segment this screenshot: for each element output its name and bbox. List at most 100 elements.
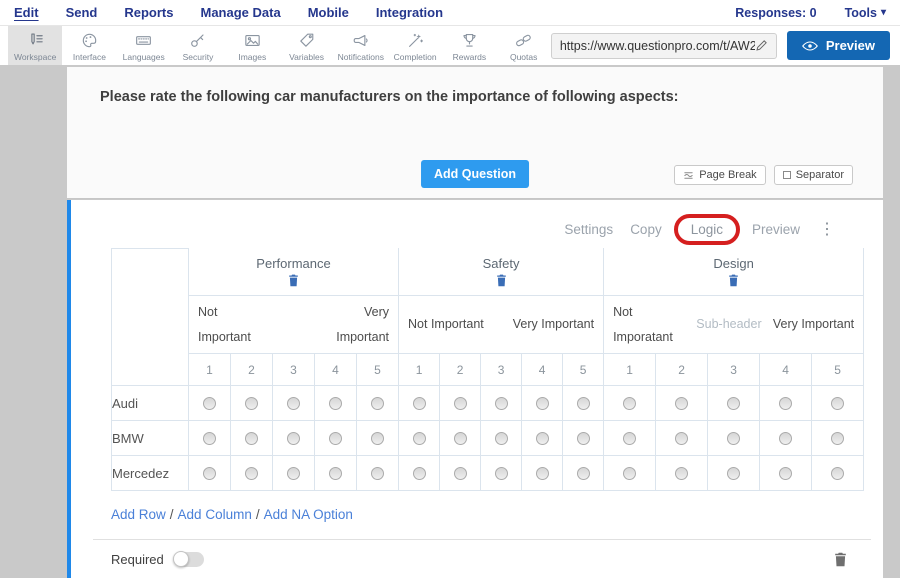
group-name-safety[interactable]: Safety [483,256,520,271]
anchor-label-left[interactable]: Not Important [408,312,484,336]
radio-button[interactable] [779,397,792,410]
menu-edit[interactable]: Edit [14,5,39,20]
row-label-bmw[interactable]: BMW [111,421,189,456]
radio-button[interactable] [831,467,844,480]
radio-button[interactable] [779,467,792,480]
radio-button[interactable] [413,397,426,410]
toolbar-item-images[interactable]: Images [225,26,279,65]
anchor-label-left[interactable]: Not Imporatant [613,300,685,349]
radio-button[interactable] [329,467,342,480]
radio-button[interactable] [495,467,508,480]
radio-button[interactable] [536,432,549,445]
radio-button[interactable] [495,432,508,445]
radio-button[interactable] [329,432,342,445]
action-preview[interactable]: Preview [752,222,800,237]
subheader-placeholder[interactable]: Sub-header [696,312,761,336]
radio-button[interactable] [454,397,467,410]
radio-button[interactable] [287,467,300,480]
group-name-performance[interactable]: Performance [256,256,330,271]
radio-button[interactable] [287,432,300,445]
radio-button[interactable] [203,432,216,445]
radio-button[interactable] [623,397,636,410]
toolbar-item-label: Rewards [453,52,487,62]
toolbar-item-quotas[interactable]: Quotas [497,26,551,65]
radio-button[interactable] [577,467,590,480]
radio-cell [231,421,273,456]
more-actions-icon[interactable]: ⋮ [817,219,837,239]
toolbar-item-completion[interactable]: Completion [388,26,442,65]
radio-button[interactable] [727,467,740,480]
anchor-label-left[interactable]: Not Important [198,300,260,349]
anchor-label-right[interactable]: Very Important [773,312,854,336]
radio-button[interactable] [454,432,467,445]
radio-button[interactable] [203,467,216,480]
radio-button[interactable] [623,467,636,480]
add-row-link[interactable]: Add Row [111,507,166,522]
radio-button[interactable] [577,397,590,410]
radio-button[interactable] [727,397,740,410]
edit-url-pencil-icon[interactable] [755,39,768,52]
required-toggle[interactable] [174,552,204,567]
radio-button[interactable] [675,432,688,445]
toolbar-item-workspace[interactable]: Workspace [8,26,62,65]
radio-button[interactable] [623,432,636,445]
action-copy[interactable]: Copy [630,222,662,237]
anchor-label-right[interactable]: Very Important [323,300,389,349]
menu-reports[interactable]: Reports [124,5,173,20]
radio-button[interactable] [675,397,688,410]
question-title-text[interactable]: Please rate the following car manufactur… [67,67,883,105]
radio-button[interactable] [495,397,508,410]
tools-menu[interactable]: Tools ▾ [845,6,886,20]
add-na-option-link[interactable]: Add NA Option [264,507,353,522]
toolbar-item-rewards[interactable]: Rewards [442,26,496,65]
radio-button[interactable] [203,397,216,410]
radio-button[interactable] [287,397,300,410]
add-question-button[interactable]: Add Question [421,160,529,188]
row-label-audi[interactable]: Audi [111,386,189,421]
radio-button[interactable] [577,432,590,445]
radio-button[interactable] [454,467,467,480]
preview-button[interactable]: Preview [787,31,890,60]
delete-group-trash-icon[interactable] [496,274,507,287]
toolbar-item-variables[interactable]: Variables [279,26,333,65]
anchor-label-right[interactable]: Very Important [513,312,594,336]
survey-url-field[interactable]: https://www.questionpro.com/t/AW22ZcC [551,33,777,59]
action-settings[interactable]: Settings [564,222,613,237]
delete-group-trash-icon[interactable] [288,274,299,287]
radio-button[interactable] [831,397,844,410]
radio-button[interactable] [831,432,844,445]
radio-button[interactable] [245,467,258,480]
add-column-link[interactable]: Add Column [178,507,252,522]
toolbar-item-security[interactable]: Security [171,26,225,65]
responses-count[interactable]: Responses: 0 [735,6,816,20]
page-break-button[interactable]: Page Break [674,165,765,185]
toolbar-item-notifications[interactable]: Notifications [334,26,388,65]
menu-mobile[interactable]: Mobile [308,5,349,20]
separator-button[interactable]: Separator [774,165,853,185]
menu-manage-data[interactable]: Manage Data [200,5,280,20]
delete-question-trash-icon[interactable] [834,552,847,567]
radio-button[interactable] [371,397,384,410]
radio-button[interactable] [245,432,258,445]
group-name-design[interactable]: Design [713,256,753,271]
radio-button[interactable] [371,432,384,445]
radio-button[interactable] [329,397,342,410]
radio-button[interactable] [536,467,549,480]
menu-integration[interactable]: Integration [376,5,443,20]
radio-button[interactable] [245,397,258,410]
radio-button[interactable] [779,432,792,445]
menu-send[interactable]: Send [66,5,98,20]
radio-cell [189,386,231,421]
radio-button[interactable] [413,432,426,445]
action-logic-highlighted[interactable]: Logic [674,214,740,245]
radio-button[interactable] [675,467,688,480]
delete-group-trash-icon[interactable] [728,274,739,287]
radio-button[interactable] [371,467,384,480]
radio-button[interactable] [536,397,549,410]
radio-button[interactable] [727,432,740,445]
toolbar-item-interface[interactable]: Interface [62,26,116,65]
radio-button[interactable] [413,467,426,480]
toolbar-item-languages[interactable]: Languages [117,26,171,65]
question-footer: Required [71,540,883,578]
row-label-mercedez[interactable]: Mercedez [111,456,189,491]
